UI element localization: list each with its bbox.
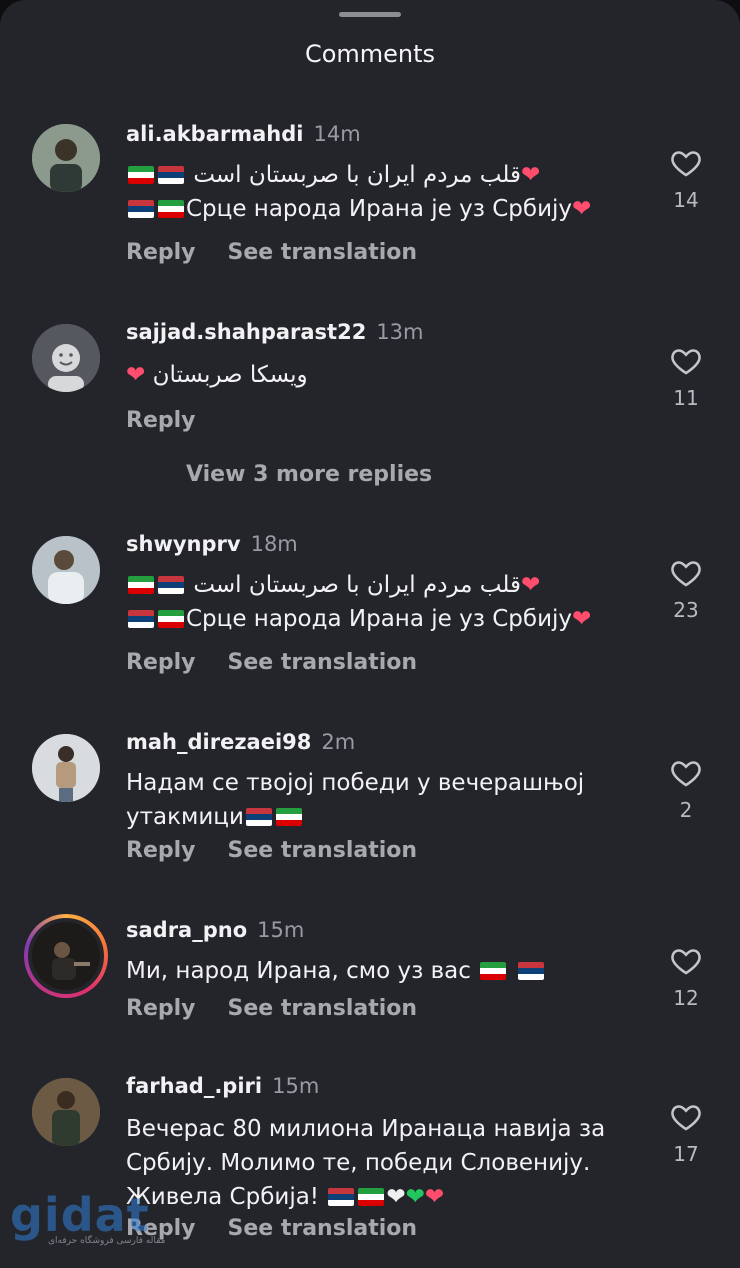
iran-flag-icon [358, 1188, 385, 1206]
watermark-subtext: مقاله فارسی فروشگاه حرفه‌ای [48, 1236, 166, 1246]
serbia-flag-icon [158, 576, 184, 594]
serbia-flag-icon [128, 610, 154, 628]
reply-button[interactable]: Reply [126, 838, 196, 863]
reply-button[interactable]: Reply [126, 650, 196, 675]
serbia-flag-icon [517, 962, 544, 980]
like-button[interactable]: 11 [660, 344, 712, 410]
reply-button[interactable]: Reply [126, 240, 196, 265]
heart-outline-icon [671, 949, 701, 975]
timestamp: 18m [250, 532, 298, 556]
comment-text: قلب مردم ایران با صربستان است❤ Срце наро… [126, 568, 646, 636]
drag-handle[interactable] [339, 12, 401, 17]
heart-emoji-icon: ❤ [572, 606, 592, 632]
comment-text: Надам се твојој победи у вечерашњој утак… [126, 770, 585, 830]
serbia-flag-icon [158, 166, 184, 184]
like-count: 14 [673, 188, 699, 212]
comment-text: ❤ ویسکا صربستان [126, 362, 308, 388]
like-button[interactable]: 23 [660, 556, 712, 622]
iran-flag-icon [128, 576, 154, 594]
heart-outline-icon [671, 151, 701, 177]
heart-emoji-icon: ❤ [572, 196, 592, 222]
username[interactable]: sajjad.shahparast22 [126, 320, 366, 344]
avatar-with-story-ring[interactable] [24, 914, 108, 998]
comment-text: Ми, народ Ирана, смо уз вас [126, 954, 646, 988]
avatar[interactable] [32, 324, 100, 392]
username[interactable]: sadra_pno [126, 918, 247, 942]
username[interactable]: farhad_.piri [126, 1074, 262, 1098]
serbia-flag-icon [328, 1188, 355, 1206]
view-more-replies-button[interactable]: View 3 more replies [186, 462, 432, 487]
username[interactable]: shwynprv [126, 532, 241, 556]
like-button[interactable]: 12 [660, 944, 712, 1010]
avatar[interactable] [32, 124, 100, 192]
reply-button[interactable]: Reply [126, 408, 196, 433]
like-button[interactable]: 2 [660, 756, 712, 822]
see-translation-button[interactable]: See translation [228, 650, 418, 675]
timestamp: 13m [376, 320, 424, 344]
see-translation-button[interactable]: See translation [228, 838, 418, 863]
comment-text: Вечерас 80 милиона Иранаца навија за Срб… [126, 1116, 606, 1210]
timestamp: 14m [313, 122, 361, 146]
like-button[interactable]: 14 [660, 146, 712, 212]
heart-outline-icon [671, 349, 701, 375]
serbia-flag-icon [128, 200, 154, 218]
see-translation-button[interactable]: See translation [228, 240, 418, 265]
watermark-text: gidat [10, 1188, 150, 1242]
username[interactable]: mah_direzaei98 [126, 730, 311, 754]
like-button[interactable]: 17 [660, 1100, 712, 1166]
heart-outline-icon [671, 761, 701, 787]
iran-flag-icon [158, 610, 184, 628]
heart-emoji-icon: ❤ [424, 1184, 445, 1210]
like-count: 23 [673, 598, 699, 622]
comment-text: قلب مردم ایران با صربستان است❤ Срце наро… [126, 158, 646, 226]
avatar[interactable] [32, 536, 100, 604]
serbia-flag-icon [245, 808, 272, 826]
timestamp: 2m [321, 730, 356, 754]
iran-flag-icon [275, 808, 302, 826]
like-count: 11 [673, 386, 699, 410]
iran-flag-icon [128, 166, 154, 184]
avatar[interactable] [32, 734, 100, 802]
sheet-title: Comments [304, 40, 436, 68]
iran-flag-icon [158, 200, 184, 218]
comments-sheet: Comments ali.akbarmahdi 14m قلب مردم ایرا… [0, 0, 740, 1268]
green-heart-emoji-icon: ❤ [405, 1184, 425, 1210]
heart-emoji-icon: ❤ [520, 572, 541, 598]
see-translation-button[interactable]: See translation [228, 996, 418, 1021]
watermark-logo: gidat مقاله فارسی فروشگاه حرفه‌ای [10, 1188, 180, 1258]
heart-outline-icon [671, 561, 701, 587]
heart-emoji-icon: ❤ [520, 162, 541, 188]
timestamp: 15m [257, 918, 305, 942]
avatar[interactable] [32, 1078, 100, 1146]
reply-button[interactable]: Reply [126, 996, 196, 1021]
like-count: 2 [679, 798, 693, 822]
heart-emoji-icon: ❤ [126, 362, 146, 388]
white-heart-emoji-icon: ❤ [386, 1184, 406, 1210]
username[interactable]: ali.akbarmahdi [126, 122, 303, 146]
heart-outline-icon [671, 1105, 701, 1131]
timestamp: 15m [272, 1074, 320, 1098]
iran-flag-icon [480, 962, 507, 980]
like-count: 12 [673, 986, 699, 1010]
see-translation-button[interactable]: See translation [228, 1216, 418, 1241]
like-count: 17 [673, 1142, 699, 1166]
